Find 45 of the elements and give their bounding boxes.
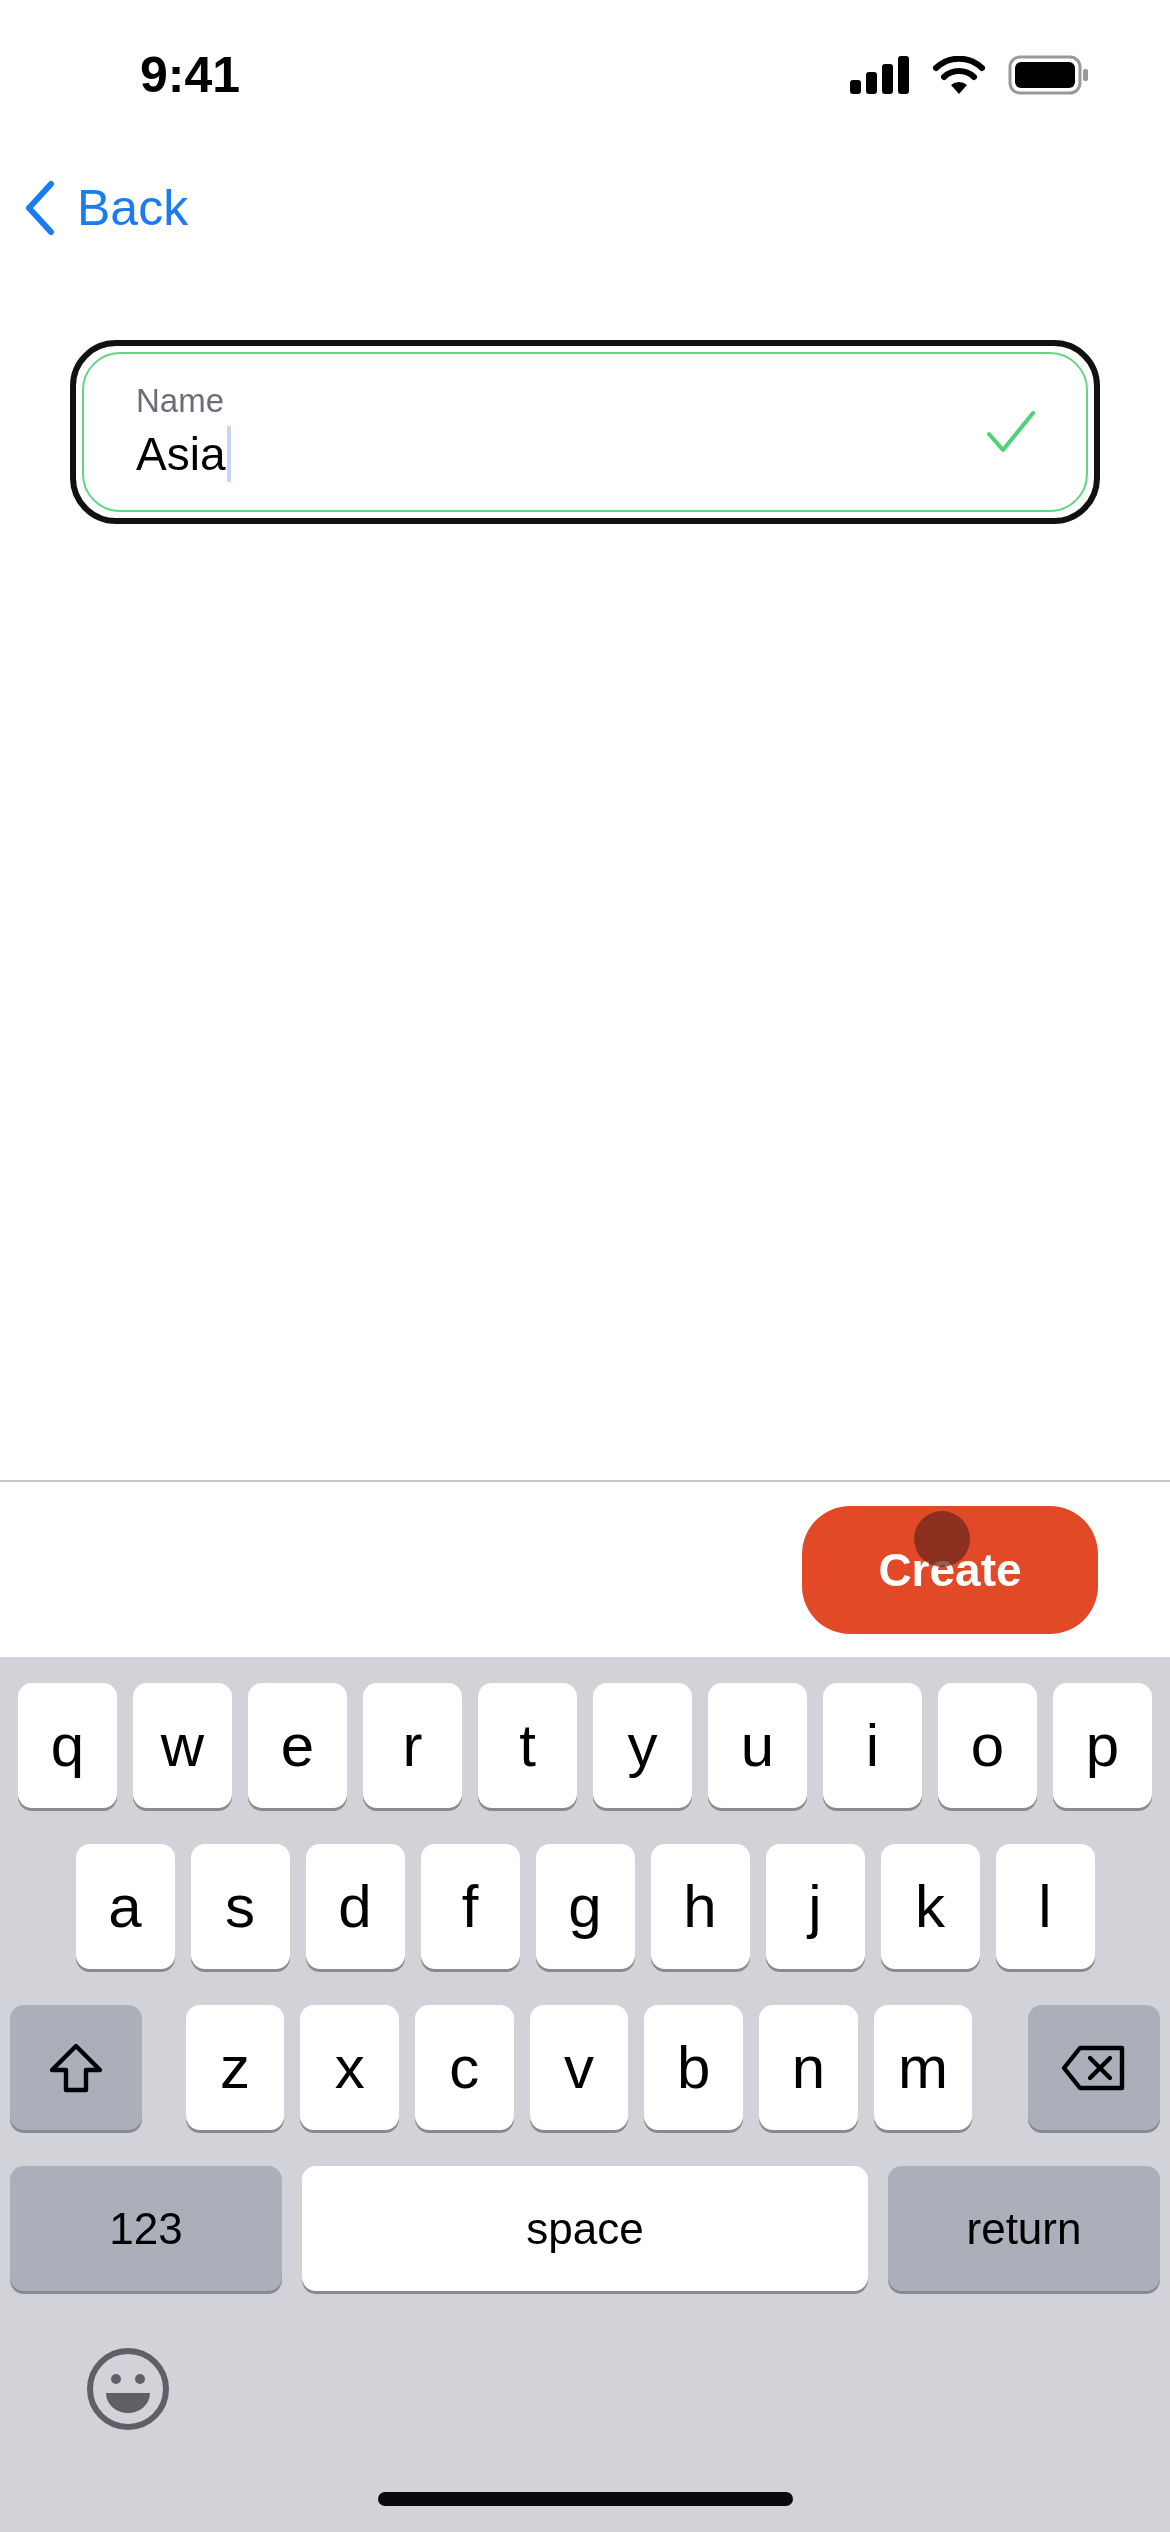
letter-key[interactable]: g — [535, 1844, 635, 1969]
letter-key[interactable]: u — [708, 1683, 807, 1808]
letter-key[interactable]: b — [644, 2005, 744, 2130]
letter-key[interactable]: p — [1053, 1683, 1152, 1808]
create-button[interactable]: Create — [802, 1505, 1098, 1634]
letter-key[interactable]: v — [529, 2005, 629, 2130]
checkmark-icon — [986, 410, 1036, 454]
smiley-icon — [86, 2347, 170, 2431]
letter-key[interactable]: n — [759, 2005, 858, 2130]
letter-key[interactable]: d — [305, 1844, 405, 1969]
letter-key[interactable]: m — [873, 2005, 973, 2130]
letter-key[interactable]: y — [593, 1683, 692, 1808]
letter-key[interactable]: o — [938, 1683, 1037, 1808]
return-key[interactable]: return — [888, 2166, 1160, 2291]
letter-key[interactable]: c — [414, 2005, 514, 2130]
letter-key[interactable]: i — [823, 1683, 922, 1808]
letter-key[interactable]: j — [765, 1844, 865, 1969]
letter-key[interactable]: k — [880, 1844, 980, 1969]
letter-key[interactable]: h — [650, 1844, 750, 1969]
name-field[interactable]: Name Asia — [82, 352, 1088, 512]
letter-key[interactable]: f — [420, 1844, 520, 1969]
letter-key[interactable]: z — [185, 2005, 285, 2130]
space-key[interactable]: space — [302, 2166, 868, 2291]
emoji-button[interactable] — [86, 2347, 170, 2431]
shift-key[interactable] — [10, 2005, 142, 2130]
back-chevron-icon — [25, 179, 55, 236]
delete-key[interactable] — [1028, 2005, 1160, 2130]
wifi-icon — [932, 56, 986, 94]
letter-key[interactable]: t — [478, 1683, 577, 1808]
letter-key[interactable]: w — [133, 1683, 232, 1808]
signal-icon — [850, 56, 910, 94]
letter-key[interactable]: s — [190, 1844, 290, 1969]
battery-icon — [1008, 55, 1090, 95]
letter-key[interactable]: l — [995, 1844, 1095, 1969]
back-button[interactable]: Back — [25, 178, 189, 237]
field-value: Asia — [136, 427, 226, 481]
letter-key[interactable]: a — [75, 1844, 175, 1969]
text-cursor — [227, 426, 232, 482]
numbers-key[interactable]: 123 — [10, 2166, 282, 2291]
letter-key[interactable]: q — [18, 1683, 117, 1808]
letter-key[interactable]: r — [363, 1683, 462, 1808]
letter-key[interactable]: e — [248, 1683, 347, 1808]
field-label: Name — [136, 382, 226, 420]
letter-key[interactable]: x — [300, 2005, 399, 2130]
status-time: 9:41 — [140, 46, 241, 104]
